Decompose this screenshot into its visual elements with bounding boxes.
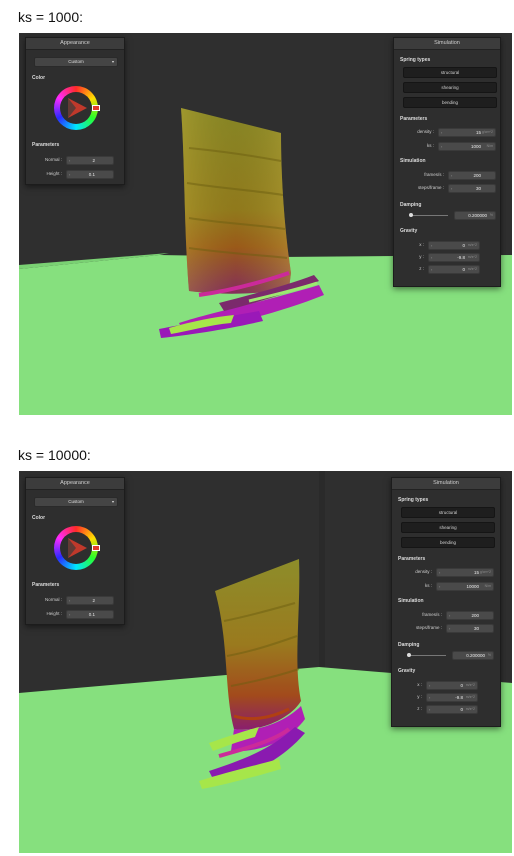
simulation-panel: Simulation Spring types structural shear… bbox=[391, 477, 501, 727]
steps-label: steps/frame : bbox=[417, 185, 444, 190]
caption-2: ks = 10000: bbox=[18, 447, 91, 463]
damping-slider-knob[interactable] bbox=[406, 653, 411, 657]
damping-slider-knob[interactable] bbox=[408, 213, 413, 217]
simulation-title[interactable]: Simulation bbox=[394, 38, 500, 50]
damping-label: Damping bbox=[400, 202, 422, 208]
simulation-title[interactable]: Simulation bbox=[392, 478, 500, 490]
gravity-y-label: y : bbox=[419, 254, 424, 259]
ks-label: ks : bbox=[424, 583, 432, 588]
normal-label: Normal : bbox=[44, 597, 62, 602]
spring-types-label: Spring types bbox=[400, 57, 431, 63]
steps-field[interactable]: ‹ 30 bbox=[446, 624, 494, 633]
damping-field[interactable]: 0.200000 % bbox=[452, 651, 494, 660]
structural-button[interactable]: structural bbox=[403, 67, 497, 78]
fps-field[interactable]: ‹ 200 bbox=[448, 171, 496, 180]
gravity-z-field[interactable]: ‹ 0 m/s^2 bbox=[426, 705, 478, 714]
ks-label: ks : bbox=[426, 143, 434, 148]
spring-types-label: Spring types bbox=[398, 497, 429, 503]
structural-button[interactable]: structural bbox=[401, 507, 495, 518]
viewport-1[interactable]: Appearance Custom ▾ Color Parameters Nor… bbox=[19, 33, 512, 415]
bending-button[interactable]: bending bbox=[401, 537, 495, 548]
caret-down-icon: ▾ bbox=[111, 59, 114, 64]
shearing-button[interactable]: shearing bbox=[401, 522, 495, 533]
ks-field[interactable]: ‹ 10000 N/m bbox=[436, 582, 494, 591]
appearance-title[interactable]: Appearance bbox=[26, 38, 124, 50]
appearance-parameters-label: Parameters bbox=[32, 582, 60, 588]
simulation-section-label: Simulation bbox=[398, 598, 424, 604]
preset-dropdown[interactable]: Custom ▾ bbox=[34, 57, 118, 67]
preset-value: Custom bbox=[68, 499, 84, 504]
appearance-title[interactable]: Appearance bbox=[26, 478, 124, 490]
color-wheel[interactable] bbox=[54, 526, 100, 570]
hue-marker-icon[interactable] bbox=[92, 545, 100, 551]
preset-value: Custom bbox=[68, 59, 84, 64]
gravity-y-field[interactable]: ‹ -9.8 m/s^2 bbox=[428, 253, 480, 262]
normal-label: Normal : bbox=[44, 157, 62, 162]
ks-field[interactable]: ‹ 1000 N/m bbox=[438, 142, 496, 151]
viewport-2[interactable]: Appearance Custom ▾ Color Parameters Nor… bbox=[19, 471, 512, 853]
normal-field[interactable]: ‹ 2 bbox=[66, 156, 114, 165]
fps-label: frames/s : bbox=[424, 172, 444, 177]
damping-label: Damping bbox=[398, 642, 420, 648]
appearance-panel: Appearance Custom ▾ Color Parameters Nor… bbox=[25, 477, 125, 625]
simulation-panel: Simulation Spring types structural shear… bbox=[393, 37, 501, 287]
appearance-panel: Appearance Custom ▾ Color Parameters Nor… bbox=[25, 37, 125, 185]
gravity-label: Gravity bbox=[400, 228, 418, 234]
color-label: Color bbox=[32, 515, 46, 521]
steps-label: steps/frame : bbox=[415, 625, 442, 630]
gravity-y-label: y : bbox=[417, 694, 422, 699]
height-field[interactable]: ‹ 0.1 bbox=[66, 610, 114, 619]
height-label: Height : bbox=[46, 611, 62, 616]
gravity-y-field[interactable]: ‹ -9.8 m/s^2 bbox=[426, 693, 478, 702]
bending-button[interactable]: bending bbox=[403, 97, 497, 108]
density-field[interactable]: ‹ 15 g/cm^2 bbox=[436, 568, 494, 577]
sim-parameters-label: Parameters bbox=[400, 116, 428, 122]
damping-field[interactable]: 0.200000 % bbox=[454, 211, 496, 220]
gravity-x-field[interactable]: ‹ 0 m/s^2 bbox=[428, 241, 480, 250]
fps-label: frames/s : bbox=[422, 612, 442, 617]
steps-field[interactable]: ‹ 30 bbox=[448, 184, 496, 193]
color-wheel[interactable] bbox=[54, 86, 100, 130]
caption-1: ks = 1000: bbox=[18, 9, 83, 25]
damping-slider[interactable] bbox=[410, 215, 448, 216]
density-label: density : bbox=[415, 569, 432, 574]
color-label: Color bbox=[32, 75, 46, 81]
height-label: Height : bbox=[46, 171, 62, 176]
shearing-button[interactable]: shearing bbox=[403, 82, 497, 93]
gravity-x-label: x : bbox=[417, 682, 422, 687]
gravity-z-label: z : bbox=[417, 706, 422, 711]
density-field[interactable]: ‹ 15 g/cm^2 bbox=[438, 128, 496, 137]
gravity-z-label: z : bbox=[419, 266, 424, 271]
sim-parameters-label: Parameters bbox=[398, 556, 426, 562]
caret-down-icon: ▾ bbox=[111, 499, 114, 504]
appearance-parameters-label: Parameters bbox=[32, 142, 60, 148]
preset-dropdown[interactable]: Custom ▾ bbox=[34, 497, 118, 507]
gravity-label: Gravity bbox=[398, 668, 416, 674]
damping-slider[interactable] bbox=[408, 655, 446, 656]
height-field[interactable]: ‹ 0.1 bbox=[66, 170, 114, 179]
normal-field[interactable]: ‹ 2 bbox=[66, 596, 114, 605]
fps-field[interactable]: ‹ 200 bbox=[446, 611, 494, 620]
gravity-x-field[interactable]: ‹ 0 m/s^2 bbox=[426, 681, 478, 690]
hue-marker-icon[interactable] bbox=[92, 105, 100, 111]
density-label: density : bbox=[417, 129, 434, 134]
gravity-x-label: x : bbox=[419, 242, 424, 247]
simulation-section-label: Simulation bbox=[400, 158, 426, 164]
gravity-z-field[interactable]: ‹ 0 m/s^2 bbox=[428, 265, 480, 274]
